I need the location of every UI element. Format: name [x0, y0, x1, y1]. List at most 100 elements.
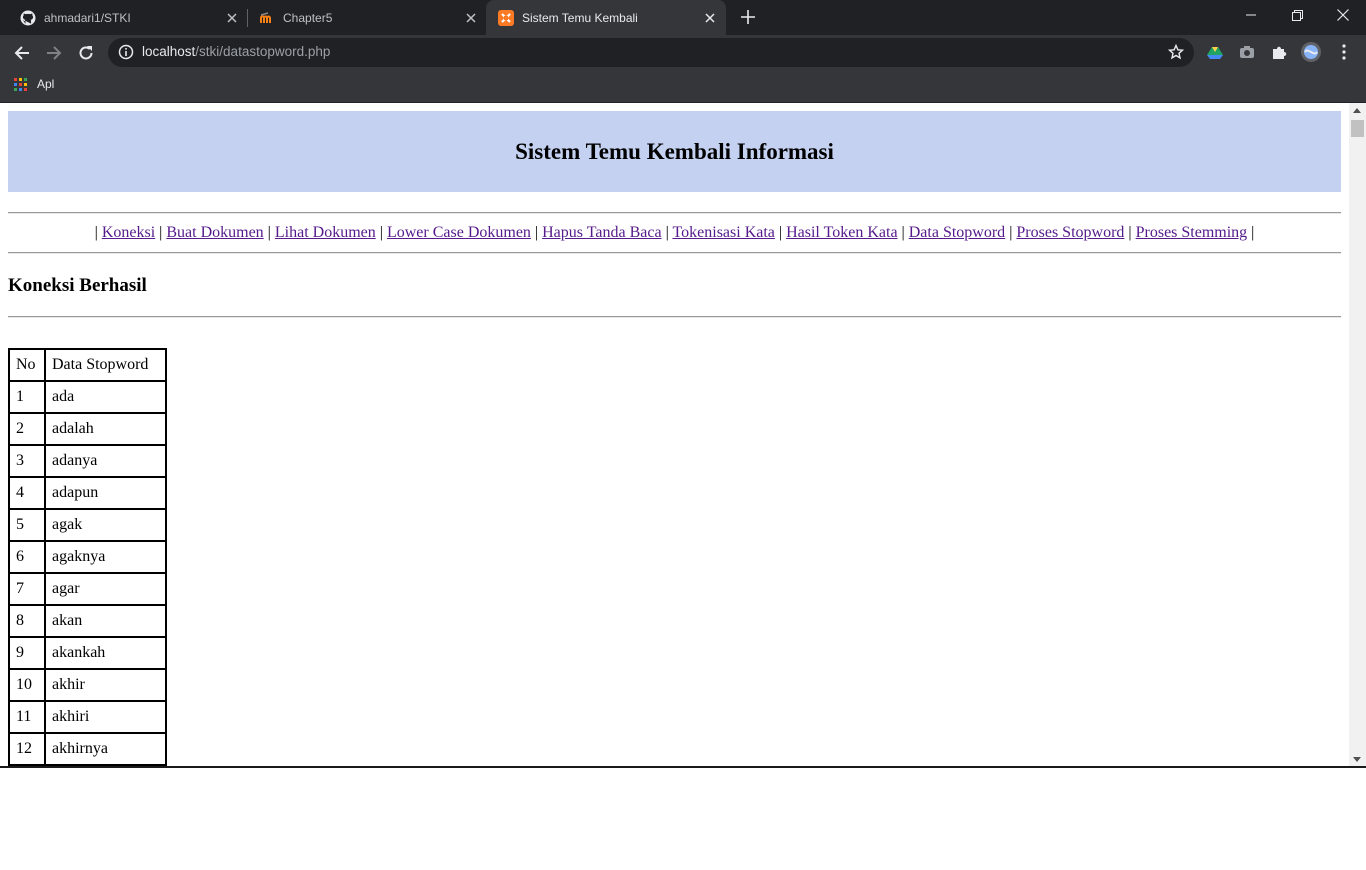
- stopword-cell: agaknya: [45, 541, 166, 573]
- row-number: 2: [9, 413, 45, 445]
- forward-icon[interactable]: [40, 39, 68, 67]
- table-row: 12 akhirnya: [9, 733, 166, 765]
- row-number: 11: [9, 701, 45, 733]
- camera-extension-icon[interactable]: [1236, 41, 1258, 63]
- nav-separator: |: [1124, 224, 1136, 241]
- nav-link-hapus-tanda-baca[interactable]: Hapus Tanda Baca: [542, 224, 661, 241]
- extension-drive-icon[interactable]: [1204, 41, 1226, 63]
- nav-separator: |: [1005, 224, 1017, 241]
- nav-separator: |: [774, 224, 787, 241]
- row-number: 6: [9, 541, 45, 573]
- bookmark-star-icon[interactable]: [1167, 43, 1185, 64]
- url-text: localhost/stki/datastopword.php: [142, 44, 330, 59]
- column-header-stopword: Data Stopword: [45, 349, 166, 381]
- scrollbar-thumb[interactable]: [1351, 120, 1364, 137]
- nav-separator: |: [155, 224, 167, 241]
- extensions-puzzle-icon[interactable]: [1268, 41, 1290, 63]
- table-row: 9 akankah: [9, 637, 166, 669]
- restore-icon[interactable]: [1274, 0, 1320, 30]
- stopword-cell: adapun: [45, 477, 166, 509]
- nav-link-hasil-token-kata[interactable]: Hasil Token Kata: [786, 224, 897, 241]
- stopword-cell: agar: [45, 573, 166, 605]
- table-row: 6 agaknya: [9, 541, 166, 573]
- row-number: 1: [9, 381, 45, 413]
- nav-separator: |: [94, 224, 102, 241]
- table-row: 10 akhir: [9, 669, 166, 701]
- table-header-row: No Data Stopword: [9, 349, 166, 381]
- moodle-icon: [259, 10, 275, 26]
- vertical-scrollbar[interactable]: [1349, 103, 1366, 767]
- stopword-cell: ada: [45, 381, 166, 413]
- nav-separator: |: [897, 224, 909, 241]
- stopword-cell: akhir: [45, 669, 166, 701]
- tab-github[interactable]: ahmadari1/STKI: [0, 0, 248, 35]
- scroll-down-icon[interactable]: [1353, 757, 1361, 762]
- xampp-icon: [498, 9, 514, 26]
- bookmarks-bar: Apl: [0, 70, 1366, 103]
- scroll-up-icon[interactable]: [1353, 108, 1361, 113]
- tab-title: Chapter5: [283, 10, 333, 25]
- nav-link-lower-case-dokumen[interactable]: Lower Case Dokumen: [387, 224, 531, 241]
- nav-link-proses-stemming[interactable]: Proses Stemming: [1136, 224, 1248, 241]
- close-window-icon[interactable]: [1320, 0, 1366, 30]
- menu-kebab-icon[interactable]: [1333, 41, 1355, 63]
- row-number: 8: [9, 605, 45, 637]
- table-row: 2 adalah: [9, 413, 166, 445]
- tab-strip: ahmadari1/STKI Chapter5 Sistem Temu Kemb…: [0, 0, 1366, 35]
- url-path: /stki/datastopword.php: [195, 44, 331, 59]
- row-number: 10: [9, 669, 45, 701]
- page-viewport: Sistem Temu Kembali Informasi | Koneksi …: [0, 103, 1366, 767]
- nav-link-tokenisasi-kata[interactable]: Tokenisasi Kata: [672, 224, 774, 241]
- stopword-cell: adanya: [45, 445, 166, 477]
- nav-link-data-stopword[interactable]: Data Stopword: [909, 224, 1005, 241]
- bookmark-label: Apl: [37, 77, 55, 91]
- table-row: 7 agar: [9, 573, 166, 605]
- window-bottom-border: [0, 766, 1366, 768]
- stopword-cell: agak: [45, 509, 166, 541]
- new-tab-icon[interactable]: [738, 7, 758, 27]
- row-number: 4: [9, 477, 45, 509]
- column-header-no: No: [9, 349, 45, 381]
- nav-separator: |: [375, 224, 387, 241]
- stopword-cell: akhirnya: [45, 733, 166, 765]
- table-row: 4 adapun: [9, 477, 166, 509]
- stopword-cell: akankah: [45, 637, 166, 669]
- close-tab-icon[interactable]: [463, 10, 479, 26]
- apps-grid-icon: [14, 77, 27, 91]
- divider: [8, 252, 1341, 254]
- tab-chapter5[interactable]: Chapter5: [239, 0, 487, 35]
- row-number: 7: [9, 573, 45, 605]
- table-row: 3 adanya: [9, 445, 166, 477]
- browser-toolbar: localhost/stki/datastopword.php: [0, 35, 1366, 70]
- header-banner: Sistem Temu Kembali Informasi: [8, 111, 1341, 192]
- tab-sistem-temu-kembali[interactable]: Sistem Temu Kembali: [486, 0, 726, 35]
- minimize-icon[interactable]: [1228, 0, 1274, 30]
- site-info-icon[interactable]: [118, 44, 134, 64]
- reload-icon[interactable]: [72, 39, 100, 67]
- stopword-cell: adalah: [45, 413, 166, 445]
- nav-link-buat-dokumen[interactable]: Buat Dokumen: [166, 224, 263, 241]
- address-bar[interactable]: localhost/stki/datastopword.php: [108, 38, 1194, 67]
- tab-title: Sistem Temu Kembali: [522, 10, 638, 25]
- nav-links: | Koneksi | Buat Dokumen | Lihat Dokumen…: [8, 223, 1341, 243]
- nav-link-lihat-dokumen[interactable]: Lihat Dokumen: [275, 224, 376, 241]
- nav-separator: |: [263, 224, 275, 241]
- close-tab-icon[interactable]: [702, 10, 718, 26]
- nav-link-koneksi[interactable]: Koneksi: [102, 224, 155, 241]
- nav-link-proses-stopword[interactable]: Proses Stopword: [1016, 224, 1124, 241]
- back-icon[interactable]: [8, 39, 36, 67]
- page-content: Sistem Temu Kembali Informasi | Koneksi …: [8, 111, 1341, 767]
- nav-separator: |: [661, 224, 673, 241]
- github-icon: [20, 10, 36, 26]
- profile-avatar-icon[interactable]: [1300, 41, 1322, 63]
- table-row: 8 akan: [9, 605, 166, 637]
- row-number: 5: [9, 509, 45, 541]
- page-title: Sistem Temu Kembali Informasi: [515, 138, 834, 164]
- row-number: 3: [9, 445, 45, 477]
- divider: [8, 212, 1341, 214]
- bookmark-apps[interactable]: Apl: [14, 77, 54, 91]
- close-tab-icon[interactable]: [224, 10, 240, 26]
- row-number: 9: [9, 637, 45, 669]
- nav-separator: |: [530, 224, 543, 241]
- stopword-table: No Data Stopword 1 ada 2 adalah 3 adanya 4 adap…: [8, 348, 167, 767]
